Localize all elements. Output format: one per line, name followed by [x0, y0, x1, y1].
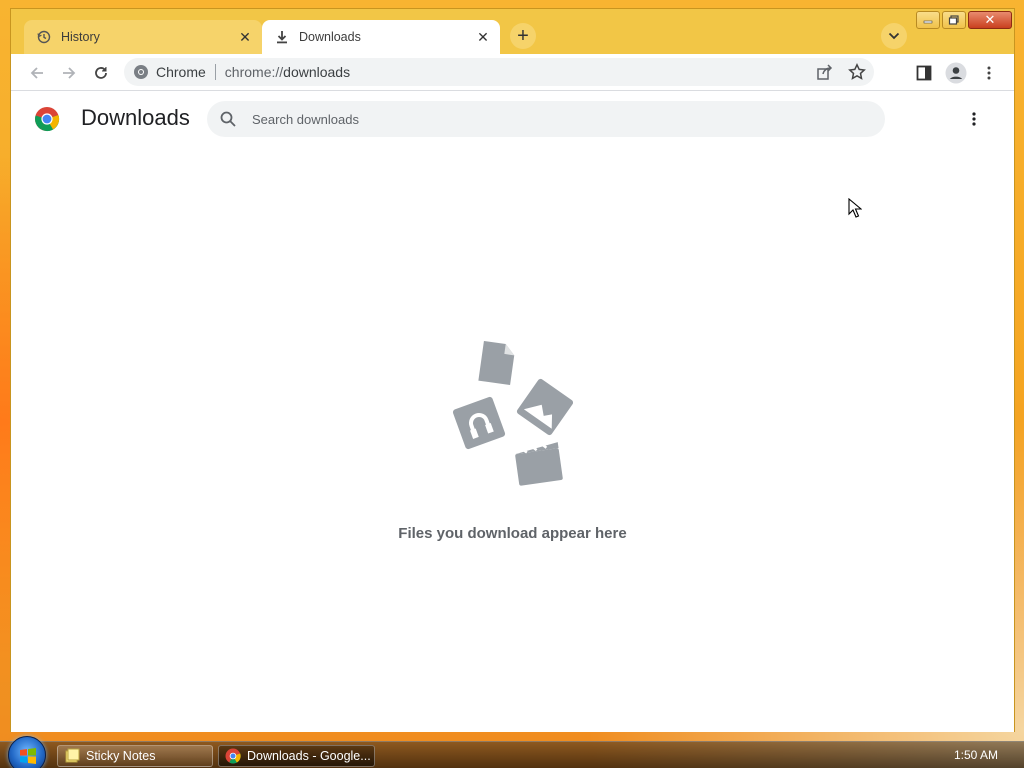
audio-file-icon	[452, 396, 506, 450]
empty-state-message: Files you download appear here	[398, 525, 627, 542]
forward-button[interactable]	[56, 60, 82, 86]
profile-button[interactable]	[943, 60, 969, 86]
history-icon	[36, 29, 52, 45]
tab-search-button[interactable]	[881, 23, 907, 49]
more-vert-icon	[987, 66, 991, 80]
image-file-icon	[516, 378, 573, 436]
downloads-header: Downloads	[11, 91, 1014, 147]
chrome-site-icon	[134, 65, 148, 79]
chevron-down-icon	[888, 32, 900, 40]
video-file-icon	[514, 441, 563, 486]
reload-button[interactable]	[88, 60, 114, 86]
back-arrow-icon	[30, 67, 43, 79]
search-downloads-input[interactable]	[252, 111, 812, 127]
reload-icon	[95, 67, 107, 79]
maximize-button[interactable]	[942, 11, 966, 29]
tab-title: Downloads	[299, 30, 361, 44]
taskbar-item-sticky-notes[interactable]: Sticky Notes	[57, 745, 213, 767]
page-title: Downloads	[81, 105, 190, 130]
share-icon[interactable]	[816, 63, 834, 81]
chrome-logo-icon	[35, 107, 60, 132]
side-panel-icon	[916, 65, 932, 81]
tab-strip: History ✕ Downloads ✕ + ✕	[11, 9, 1014, 54]
minimize-button[interactable]	[916, 11, 940, 29]
back-button[interactable]	[24, 60, 50, 86]
document-file-icon	[478, 341, 515, 386]
close-tab-icon[interactable]: ✕	[236, 28, 254, 46]
taskbar-item-chrome-downloads[interactable]: Downloads - Google...	[218, 745, 375, 767]
sticky-notes-icon	[65, 748, 80, 763]
download-icon	[274, 29, 290, 45]
omnibox-actions	[816, 63, 866, 81]
url-text: chrome://downloads	[225, 64, 350, 80]
new-tab-button[interactable]: +	[510, 23, 536, 49]
system-clock[interactable]: 1:50 AM	[954, 748, 998, 762]
windows-logo-icon	[20, 748, 36, 764]
close-tab-icon[interactable]: ✕	[474, 28, 492, 46]
empty-downloads-illustration	[452, 341, 573, 486]
tab-downloads[interactable]: Downloads ✕	[262, 20, 500, 54]
search-downloads-box[interactable]	[207, 101, 885, 137]
side-panel-button[interactable]	[911, 60, 937, 86]
browser-toolbar: Chrome chrome://downloads	[11, 54, 1014, 91]
tab-title: History	[61, 30, 100, 44]
bookmark-star-icon[interactable]	[848, 63, 866, 81]
taskbar: Sticky Notes Downloads - Google... 1:50 …	[0, 736, 1024, 768]
profile-avatar-icon	[945, 62, 967, 84]
chrome-menu-button[interactable]	[976, 60, 1002, 86]
chrome-icon	[225, 748, 241, 764]
downloads-menu-button[interactable]	[966, 111, 982, 127]
downloads-page: Downloads Search downloads Files you dow…	[11, 91, 1014, 732]
more-vert-icon	[972, 112, 976, 126]
forward-arrow-icon	[63, 67, 76, 79]
omnibox-separator	[214, 64, 216, 80]
taskbar-item-label: Sticky Notes	[86, 749, 156, 763]
address-bar[interactable]: Chrome chrome://downloads	[124, 58, 874, 86]
start-button[interactable]	[8, 736, 46, 768]
url-path: downloads	[283, 64, 351, 80]
url-scheme: chrome://	[224, 64, 284, 80]
tab-history[interactable]: History ✕	[24, 20, 262, 54]
taskbar-item-label: Downloads - Google...	[247, 749, 371, 763]
site-name-chip: Chrome	[156, 64, 206, 80]
window-controls: ✕	[916, 11, 1012, 29]
chrome-window: History ✕ Downloads ✕ + ✕ Chrome chrome:…	[10, 8, 1015, 732]
search-icon	[220, 111, 236, 127]
close-window-button[interactable]: ✕	[968, 11, 1012, 29]
mouse-cursor-icon	[848, 198, 862, 218]
